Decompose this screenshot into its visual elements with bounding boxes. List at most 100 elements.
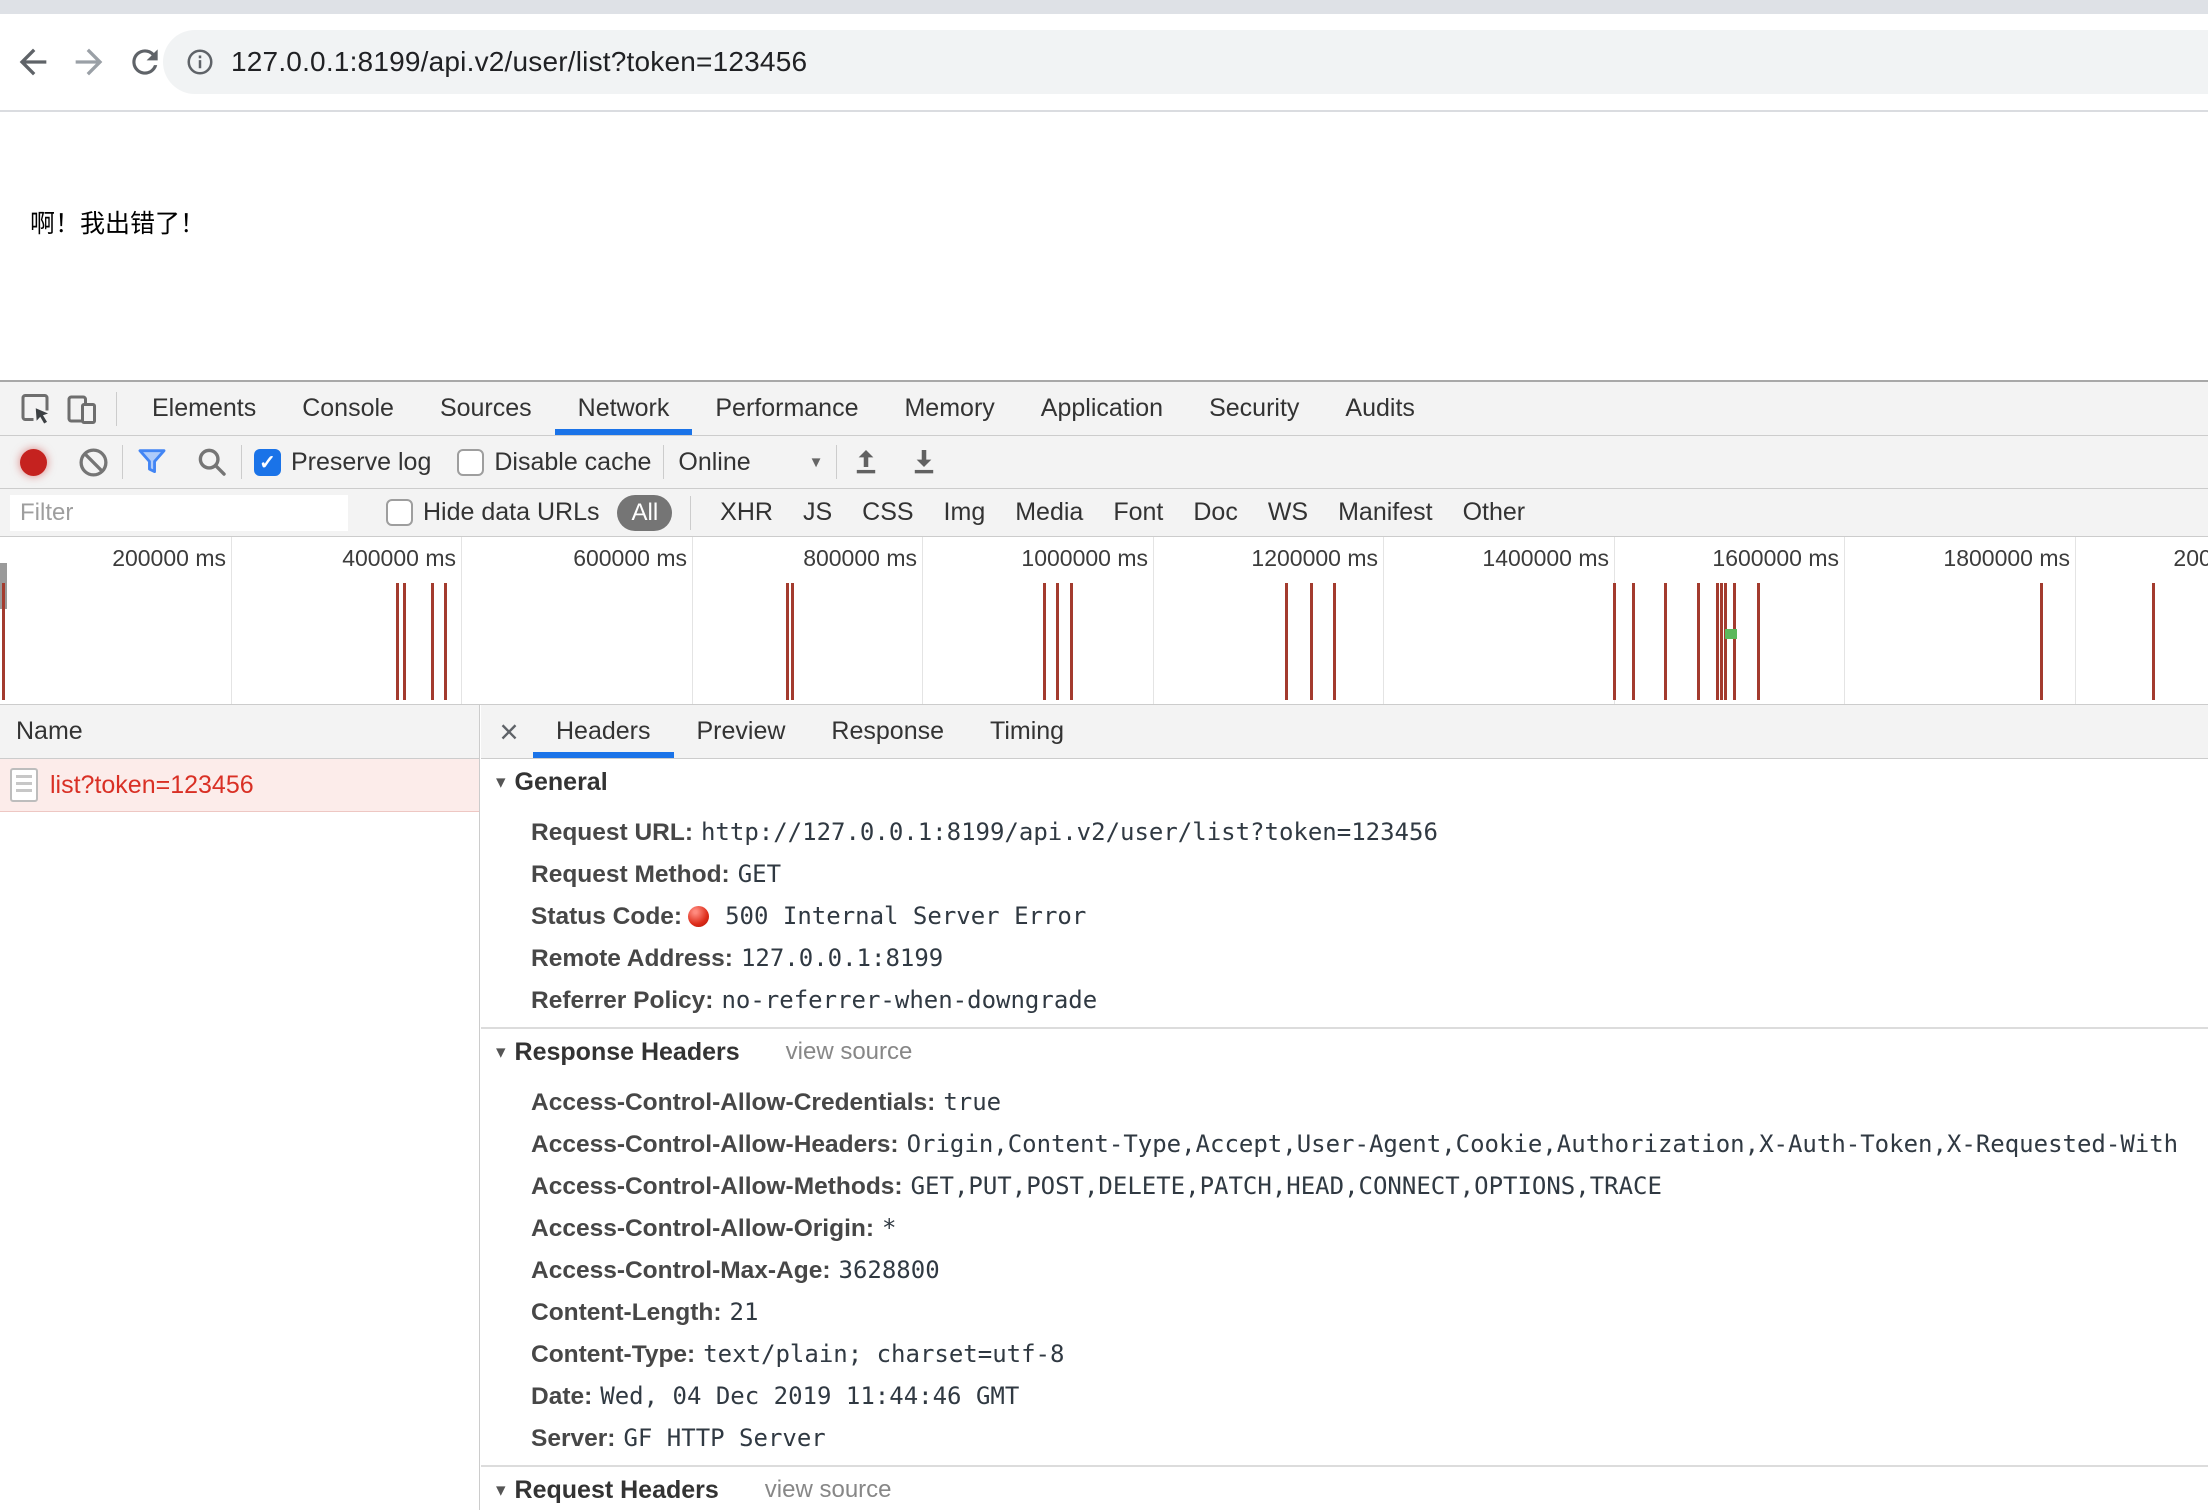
section-header-request-headers[interactable]: ▾Request Headersview source xyxy=(481,1471,2208,1509)
header-name: Remote Address: xyxy=(531,945,733,972)
filter-category-doc[interactable]: Doc xyxy=(1193,498,1237,527)
filter-category-css[interactable]: CSS xyxy=(862,498,913,527)
tab-elements[interactable]: Elements xyxy=(129,382,279,435)
header-value: 3628800 xyxy=(839,1256,940,1284)
section-divider xyxy=(481,1465,2208,1467)
detail-tab-preview[interactable]: Preview xyxy=(674,705,809,758)
detail-tabbar: × HeadersPreviewResponseTiming xyxy=(481,705,2208,759)
view-source-link[interactable]: view source xyxy=(786,1038,913,1066)
header-name: Access-Control-Allow-Origin: xyxy=(531,1215,874,1242)
header-row: Remote Address: 127.0.0.1:8199 xyxy=(481,937,2208,979)
timeline-tick-label: 1200000 ms xyxy=(1251,545,1378,572)
collapse-triangle-icon: ▾ xyxy=(496,771,506,794)
filter-category-media[interactable]: Media xyxy=(1015,498,1083,527)
tab-audits[interactable]: Audits xyxy=(1322,382,1437,435)
address-bar[interactable]: 127.0.0.1:8199/api.v2/user/list?token=12… xyxy=(163,30,2208,94)
filter-category-img[interactable]: Img xyxy=(944,498,986,527)
header-value: true xyxy=(943,1088,1001,1116)
tab-network[interactable]: Network xyxy=(555,382,693,435)
name-column-header[interactable]: Name xyxy=(0,705,479,759)
section-title: Response Headers xyxy=(515,1038,740,1067)
forward-button[interactable] xyxy=(66,39,112,85)
back-button[interactable] xyxy=(10,39,56,85)
disable-cache-label[interactable]: Disable cache xyxy=(494,448,651,477)
header-value: 127.0.0.1:8199 xyxy=(741,944,943,972)
section-header-response-headers[interactable]: ▾Response Headersview source xyxy=(481,1033,2208,1071)
detail-tab-timing[interactable]: Timing xyxy=(967,705,1087,758)
browser-window: 127.0.0.1:8199/api.v2/user/list?token=12… xyxy=(0,0,2208,1510)
filter-input[interactable] xyxy=(10,495,348,531)
site-info-icon[interactable] xyxy=(185,47,215,77)
export-har-icon[interactable] xyxy=(907,445,941,479)
search-icon[interactable] xyxy=(195,445,229,479)
request-row[interactable]: list?token=123456 xyxy=(0,759,479,812)
throttling-select[interactable]: Online xyxy=(678,448,750,477)
request-waterfall-bar xyxy=(1333,583,1336,700)
filter-toggle-icon[interactable] xyxy=(135,445,169,479)
devtools-tabbar: ElementsConsoleSourcesNetworkPerformance… xyxy=(0,382,2208,436)
waterfall-selected-marker xyxy=(1725,629,1737,639)
request-detail-pane: × HeadersPreviewResponseTiming ▾General R… xyxy=(481,705,2208,1510)
hide-data-urls-label[interactable]: Hide data URLs xyxy=(423,498,599,527)
header-row: Content-Length:21 xyxy=(481,1291,2208,1333)
section-divider xyxy=(481,1027,2208,1029)
header-row: Access-Control-Allow-Methods:GET,PUT,POS… xyxy=(481,1165,2208,1207)
section-response-headers: ▾Response Headersview sourceAccess-Contr… xyxy=(481,1033,2208,1459)
header-name: Access-Control-Allow-Headers: xyxy=(531,1131,899,1158)
hide-data-urls-checkbox[interactable] xyxy=(386,499,413,526)
detail-tab-response[interactable]: Response xyxy=(808,705,967,758)
timeline-tick-label: 1800000 ms xyxy=(1943,545,2070,572)
preserve-log-checkbox[interactable] xyxy=(254,449,281,476)
network-overview-timeline[interactable]: 200000 ms400000 ms600000 ms800000 ms1000… xyxy=(0,537,2208,705)
import-har-icon[interactable] xyxy=(849,445,883,479)
divider xyxy=(116,392,117,426)
filter-category-ws[interactable]: WS xyxy=(1268,498,1308,527)
request-waterfall-bar xyxy=(1664,583,1667,700)
filter-category-xhr[interactable]: XHR xyxy=(720,498,773,527)
filter-category-font[interactable]: Font xyxy=(1113,498,1163,527)
request-waterfall-bar xyxy=(786,583,789,700)
header-row: Date:Wed, 04 Dec 2019 11:44:46 GMT xyxy=(481,1375,2208,1417)
request-waterfall-bar xyxy=(431,583,434,700)
tab-performance[interactable]: Performance xyxy=(692,382,881,435)
header-row: Access-Control-Allow-Credentials:true xyxy=(481,1081,2208,1123)
tab-security[interactable]: Security xyxy=(1186,382,1322,435)
view-source-link[interactable]: view source xyxy=(765,1476,892,1504)
clear-button[interactable] xyxy=(77,446,110,479)
filter-category-js[interactable]: JS xyxy=(803,498,832,527)
request-waterfall-bar xyxy=(791,583,794,700)
detail-tab-headers[interactable]: Headers xyxy=(533,705,674,758)
chevron-down-icon[interactable]: ▼ xyxy=(809,454,824,471)
section-title: Request Headers xyxy=(515,1476,719,1505)
tab-memory[interactable]: Memory xyxy=(881,382,1017,435)
section-rows: Access-Control-Allow-Credentials:true Acc… xyxy=(481,1081,2208,1459)
timeline-gridline xyxy=(692,537,693,704)
section-header-general[interactable]: ▾General xyxy=(481,763,2208,801)
filter-category-manifest[interactable]: Manifest xyxy=(1338,498,1432,527)
tab-application[interactable]: Application xyxy=(1018,382,1186,435)
timeline-tick-label: 600000 ms xyxy=(573,545,687,572)
device-toolbar-icon[interactable] xyxy=(58,382,104,435)
close-icon[interactable]: × xyxy=(485,705,533,758)
filter-category-all[interactable]: All xyxy=(617,495,672,531)
header-value: GF HTTP Server xyxy=(623,1424,825,1452)
request-table: Name list?token=123456 xyxy=(0,705,480,1510)
header-name: Content-Length: xyxy=(531,1299,722,1326)
disable-cache-checkbox[interactable] xyxy=(457,449,484,476)
tab-console[interactable]: Console xyxy=(279,382,417,435)
filter-category-other[interactable]: Other xyxy=(1463,498,1526,527)
header-row: Content-Type:text/plain; charset=utf-8 xyxy=(481,1333,2208,1375)
request-waterfall-bar xyxy=(1285,583,1288,700)
preserve-log-label[interactable]: Preserve log xyxy=(291,448,431,477)
devtools-tab-list: ElementsConsoleSourcesNetworkPerformance… xyxy=(129,382,1438,435)
timeline-tick-label: 1000000 ms xyxy=(1021,545,1148,572)
inspect-element-icon[interactable] xyxy=(12,382,58,435)
header-row: Status Code:500 Internal Server Error xyxy=(481,895,2208,937)
document-icon xyxy=(10,768,38,802)
tab-sources[interactable]: Sources xyxy=(417,382,555,435)
request-waterfall-bar xyxy=(1724,583,1727,700)
reload-button[interactable] xyxy=(122,39,168,85)
record-button[interactable] xyxy=(20,449,47,476)
devtools-panel: ElementsConsoleSourcesNetworkPerformance… xyxy=(0,380,2208,1510)
header-name: Referrer Policy: xyxy=(531,987,713,1014)
